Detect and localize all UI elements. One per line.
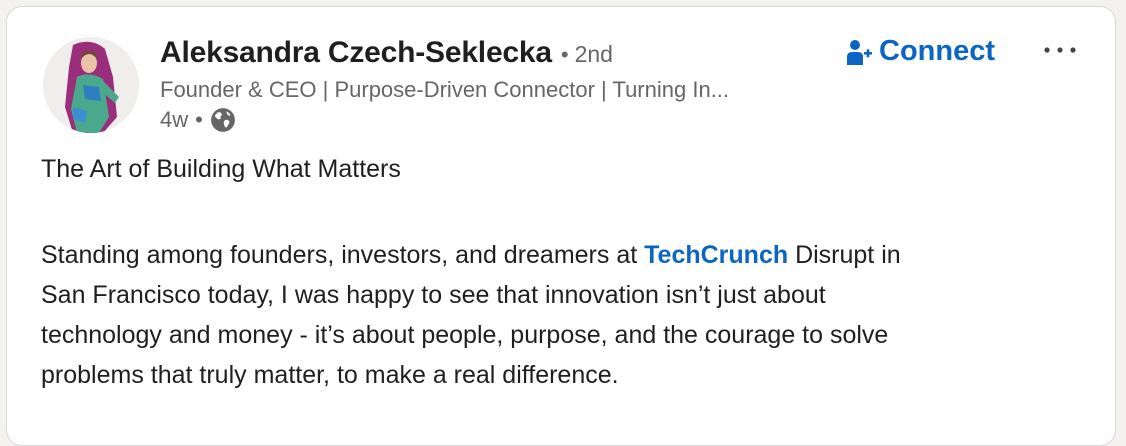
author-headline: Founder & CEO | Purpose-Driven Connector… — [160, 77, 730, 102]
post-body-line-4: problems that truly matter, to make a re… — [41, 361, 619, 389]
post-body-line-2: San Francisco today, I was happy to see … — [41, 281, 826, 309]
hashtag-link[interactable]: TechCrunch — [644, 241, 788, 269]
connect-button[interactable]: Connect — [839, 31, 1001, 72]
post-text-segment: Standing among founders, investors, and … — [41, 241, 645, 269]
post-body: Standing among founders, investors, and … — [41, 235, 1091, 395]
author-row: Aleksandra Czech-Seklecka • 2nd — [160, 36, 613, 70]
avatar[interactable] — [43, 37, 139, 133]
post-card: Aleksandra Czech-Seklecka • 2nd Founder … — [6, 6, 1116, 446]
author-name[interactable]: Aleksandra Czech-Seklecka — [160, 36, 552, 70]
separator-dot: • — [560, 42, 569, 67]
person-add-icon — [845, 37, 879, 67]
connection-degree: 2nd — [574, 41, 613, 67]
post-time[interactable]: 4w — [160, 107, 188, 133]
more-options-button[interactable] — [1037, 35, 1083, 65]
meta-separator: • — [195, 107, 203, 132]
post-text-segment: Disrupt in — [788, 241, 901, 269]
post-body-line-1: Standing among founders, investors, and … — [41, 235, 1091, 275]
globe-icon — [210, 107, 236, 133]
post-title: The Art of Building What Matters — [41, 155, 401, 183]
connect-label: Connect — [879, 35, 995, 67]
more-horizontal-icon — [1043, 46, 1077, 54]
post-meta: 4w • — [160, 107, 236, 133]
post-body-line-3: technology and money - it’s about people… — [41, 321, 889, 349]
avatar-image — [43, 37, 139, 133]
